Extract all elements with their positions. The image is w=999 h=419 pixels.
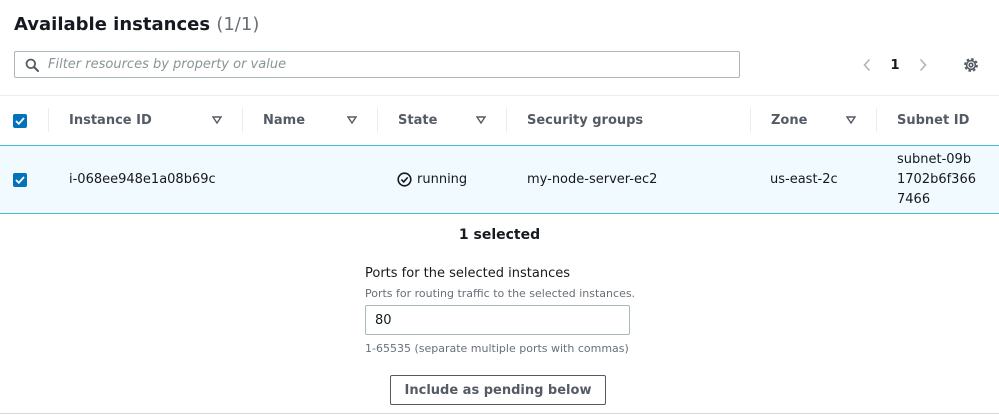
column-separator (506, 108, 507, 132)
state-cell: running (397, 146, 467, 213)
column-label: State (398, 113, 438, 128)
column-header-zone[interactable]: Zone (771, 96, 807, 145)
sort-down-icon[interactable] (347, 115, 357, 125)
filter-input[interactable] (48, 57, 698, 72)
column-separator (876, 108, 877, 132)
column-header-subnet-id[interactable]: Subnet ID (897, 96, 969, 145)
column-header-state[interactable]: State (398, 96, 437, 145)
column-separator (48, 108, 49, 132)
status-badge: running (397, 172, 467, 187)
column-separator (750, 108, 751, 132)
column-label: Name (263, 113, 306, 128)
instance-count: (1/1) (216, 14, 260, 35)
panel-bottom-border (0, 413, 999, 414)
ports-description: Ports for routing traffic to the selecte… (365, 287, 636, 300)
state-text: running (417, 172, 468, 187)
subnet-id-text: subnet-09b1702b6f3667466 (897, 151, 976, 207)
search-icon (25, 58, 39, 72)
table-row[interactable]: i-068ee948e1a08b69c running my-node-serv… (0, 145, 999, 214)
selection-summary: 1 selected (458, 227, 541, 243)
table-header: Instance ID Name State Security groups Z… (0, 96, 999, 145)
column-header-instance-id[interactable]: Instance ID (69, 96, 152, 145)
ports-hint: 1-65535 (separate multiple ports with co… (365, 342, 629, 355)
filter-box[interactable] (14, 51, 740, 78)
column-separator (377, 108, 378, 132)
select-all-checkbox[interactable] (13, 113, 27, 128)
instance-id-cell[interactable]: i-068ee948e1a08b69c (69, 146, 216, 213)
column-label: Subnet ID (897, 113, 970, 128)
subnet-id-cell: subnet-09b1702b6f3667466 (897, 146, 977, 213)
gear-icon[interactable] (961, 55, 981, 75)
row-select-cell (13, 146, 27, 213)
sort-down-icon[interactable] (212, 115, 222, 125)
sort-down-icon[interactable] (846, 115, 856, 125)
zone-cell: us-east-2c (770, 172, 838, 187)
security-groups-cell: my-node-server-ec2 (527, 172, 658, 187)
check-circle-icon (397, 172, 412, 187)
chevron-left-icon[interactable] (856, 54, 878, 76)
column-label: Zone (771, 113, 808, 128)
pagination: 1 (856, 54, 934, 76)
panel-title: Available instances (1/1) (14, 14, 259, 35)
row-checkbox[interactable] (13, 172, 27, 187)
column-label: Instance ID (69, 113, 152, 128)
page-number[interactable]: 1 (878, 58, 912, 73)
ports-input[interactable] (365, 305, 630, 335)
select-all-cell (13, 96, 27, 145)
sort-down-icon[interactable] (476, 115, 486, 125)
chevron-right-icon[interactable] (912, 54, 934, 76)
column-header-name[interactable]: Name (263, 96, 305, 145)
column-header-security-groups[interactable]: Security groups (527, 96, 643, 145)
ports-label: Ports for the selected instances (365, 266, 571, 281)
panel-title-text: Available instances (14, 14, 211, 35)
column-separator (242, 108, 243, 132)
column-label: Security groups (527, 113, 644, 128)
include-pending-button[interactable]: Include as pending below (390, 375, 606, 405)
